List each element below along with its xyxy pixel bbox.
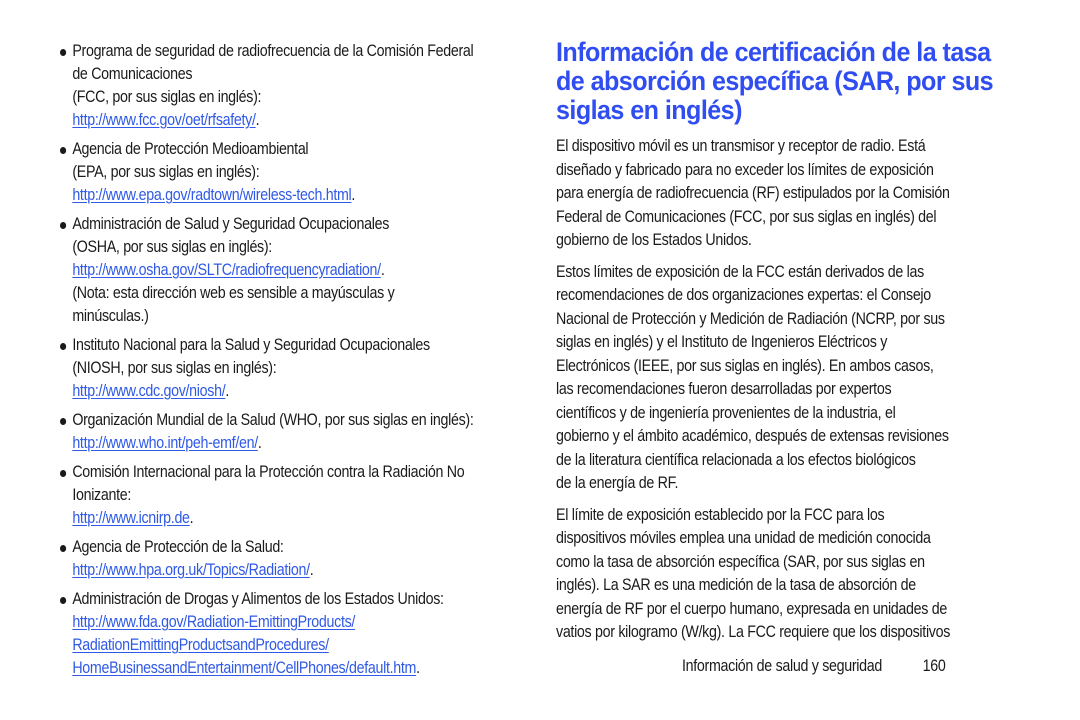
paragraph-line: gobierno y el ámbito académico, después … xyxy=(556,427,949,445)
fda-cellphones-link-part-2[interactable]: RadiationEmittingProductsandProcedures/ xyxy=(72,636,329,654)
paragraph-line: recomendaciones de dos organizaciones ex… xyxy=(556,286,931,304)
list-item: Organización Mundial de la Salud (WHO, p… xyxy=(60,409,530,455)
paragraph-line: Electrónicos (IEEE, por sus siglas en in… xyxy=(556,356,934,375)
bullet-icon xyxy=(60,147,67,154)
niosh-link[interactable]: http://www.cdc.gov/niosh/ xyxy=(72,382,225,400)
bullet-icon xyxy=(60,343,67,350)
trailing-period: . xyxy=(380,261,385,279)
bullet-icon xyxy=(60,597,67,604)
list-item: Administración de Drogas y Alimentos de … xyxy=(60,588,530,680)
item-text-line: (OSHA, por sus siglas en inglés): xyxy=(72,238,272,256)
paragraph-line: El límite de exposición establecido por … xyxy=(556,505,885,524)
paragraph-line: Federal de Comunicaciones (FCC, por sus … xyxy=(556,207,937,226)
fcc-rfsafety-link[interactable]: http://www.fcc.gov/oet/rfsafety/ xyxy=(72,111,256,129)
item-text-line: de Comunicaciones xyxy=(72,65,193,83)
paragraph-line: gobierno de los Estados Unidos. xyxy=(556,231,752,249)
paragraph-line: inglés). La SAR es una medición de la ta… xyxy=(556,576,916,594)
bullet-icon xyxy=(60,470,67,477)
list-item: Programa de seguridad de radiofrecuencia… xyxy=(60,40,530,132)
item-text-line: Ionizante: xyxy=(72,486,132,504)
item-text-line: (NIOSH, por sus siglas en inglés): xyxy=(72,359,277,377)
trailing-period: . xyxy=(351,186,356,204)
heading-line: siglas en inglés) xyxy=(556,95,742,125)
paragraph-line: Estos límites de exposición de la FCC es… xyxy=(556,262,924,281)
page-footer: Información de salud y seguridad 160 xyxy=(682,655,946,677)
list-item: Agencia de Protección de la Salud: http:… xyxy=(60,536,530,582)
bullet-icon xyxy=(60,418,67,425)
trailing-period: . xyxy=(225,382,230,400)
paragraph-line: vatios por kilogramo (W/kg). La FCC requ… xyxy=(556,623,951,641)
paragraph-line: de la energía de RF. xyxy=(556,474,679,492)
paragraph-line: para energía de radiofrecuencia (RF) est… xyxy=(556,184,950,202)
trailing-period: . xyxy=(309,561,314,579)
item-text-line: (EPA, por sus siglas en inglés): xyxy=(72,163,260,181)
heading-line: de absorción específica (SAR, por sus xyxy=(556,66,994,96)
item-note-line: minúsculas.) xyxy=(72,307,149,325)
paragraph-line: científicos y de ingeniería provenientes… xyxy=(556,403,896,422)
list-item: Instituto Nacional para la Salud y Segur… xyxy=(60,334,530,403)
list-item: Administración de Salud y Seguridad Ocup… xyxy=(60,213,530,328)
paragraph-line: El dispositivo móvil es un transmisor y … xyxy=(556,137,926,155)
paragraph-device-intro: El dispositivo móvil es un transmisor y … xyxy=(556,135,1031,253)
page-number: 160 xyxy=(922,657,946,675)
paragraph-line: Nacional de Protección y Medición de Rad… xyxy=(556,309,945,328)
item-text-line: Agencia de Protección Medioambiental xyxy=(72,140,309,158)
right-column: Información de certificación de la tasa … xyxy=(556,38,1026,653)
resource-bullet-list: Programa de seguridad de radiofrecuencia… xyxy=(60,40,520,680)
item-text-line: (FCC, por sus siglas en inglés): xyxy=(72,88,262,106)
trailing-period: . xyxy=(416,659,420,677)
footer-section-name: Información de salud y seguridad xyxy=(682,657,882,675)
bullet-icon xyxy=(60,222,67,229)
list-item: Agencia de Protección Medioambiental (EP… xyxy=(60,138,530,207)
paragraph-line: diseñado y fabricado para no exceder los… xyxy=(556,160,934,179)
list-item: Comisión Internacional para la Protecció… xyxy=(60,461,530,530)
hpa-radiation-link[interactable]: http://www.hpa.org.uk/Topics/Radiation/ xyxy=(72,561,310,579)
epa-wireless-tech-link[interactable]: http://www.epa.gov/radtown/wireless-tech… xyxy=(72,186,351,204)
item-text-line: Administración de Salud y Seguridad Ocup… xyxy=(72,215,390,233)
item-text-line: Agencia de Protección de la Salud: xyxy=(72,538,284,556)
paragraph-line: dispositivos móviles emplea una unidad d… xyxy=(556,529,931,547)
item-text-line: Instituto Nacional para la Salud y Segur… xyxy=(72,336,430,354)
item-text-line: Comisión Internacional para la Protecció… xyxy=(72,463,465,481)
trailing-period: . xyxy=(189,509,194,527)
manual-page: Programa de seguridad de radiofrecuencia… xyxy=(0,0,1080,720)
section-heading: Información de certificación de la tasa … xyxy=(556,38,1030,125)
fda-cellphones-link-part-1[interactable]: http://www.fda.gov/Radiation-EmittingPro… xyxy=(72,613,355,631)
paragraph-line: las recomendaciones fueron desarrolladas… xyxy=(556,380,892,398)
trailing-period: . xyxy=(255,111,260,129)
fda-cellphones-link-part-3[interactable]: HomeBusinessandEntertainment/CellPhones/… xyxy=(72,659,416,677)
bullet-icon xyxy=(60,49,67,56)
osha-rf-radiation-link[interactable]: http://www.osha.gov/SLTC/radiofrequencyr… xyxy=(72,261,381,279)
paragraph-fcc-limits: Estos límites de exposición de la FCC es… xyxy=(556,261,1031,496)
paragraph-line: energía de RF por el cuerpo humano, expr… xyxy=(556,599,947,618)
bullet-icon xyxy=(60,545,67,552)
item-text-line: Programa de seguridad de radiofrecuencia… xyxy=(72,42,474,60)
icnirp-link[interactable]: http://www.icnirp.de xyxy=(72,509,190,527)
paragraph-line: como la tasa de absorción específica (SA… xyxy=(556,552,925,571)
paragraph-line: siglas en inglés) y el Instituto de Inge… xyxy=(556,333,888,351)
item-note-line: (Nota: esta dirección web es sensible a … xyxy=(72,284,395,302)
heading-line: Información de certificación de la tasa xyxy=(556,37,991,67)
who-peh-emf-link[interactable]: http://www.who.int/peh-emf/en/ xyxy=(72,434,258,452)
trailing-period: . xyxy=(257,434,262,452)
item-text-line: Administración de Drogas y Alimentos de … xyxy=(72,590,444,608)
paragraph-line: de la literatura científica relacionada … xyxy=(556,450,916,469)
paragraph-sar-definition: El límite de exposición establecido por … xyxy=(556,504,1031,645)
item-text-line: Organización Mundial de la Salud (WHO, p… xyxy=(72,411,474,429)
left-column: Programa de seguridad de radiofrecuencia… xyxy=(60,40,520,686)
